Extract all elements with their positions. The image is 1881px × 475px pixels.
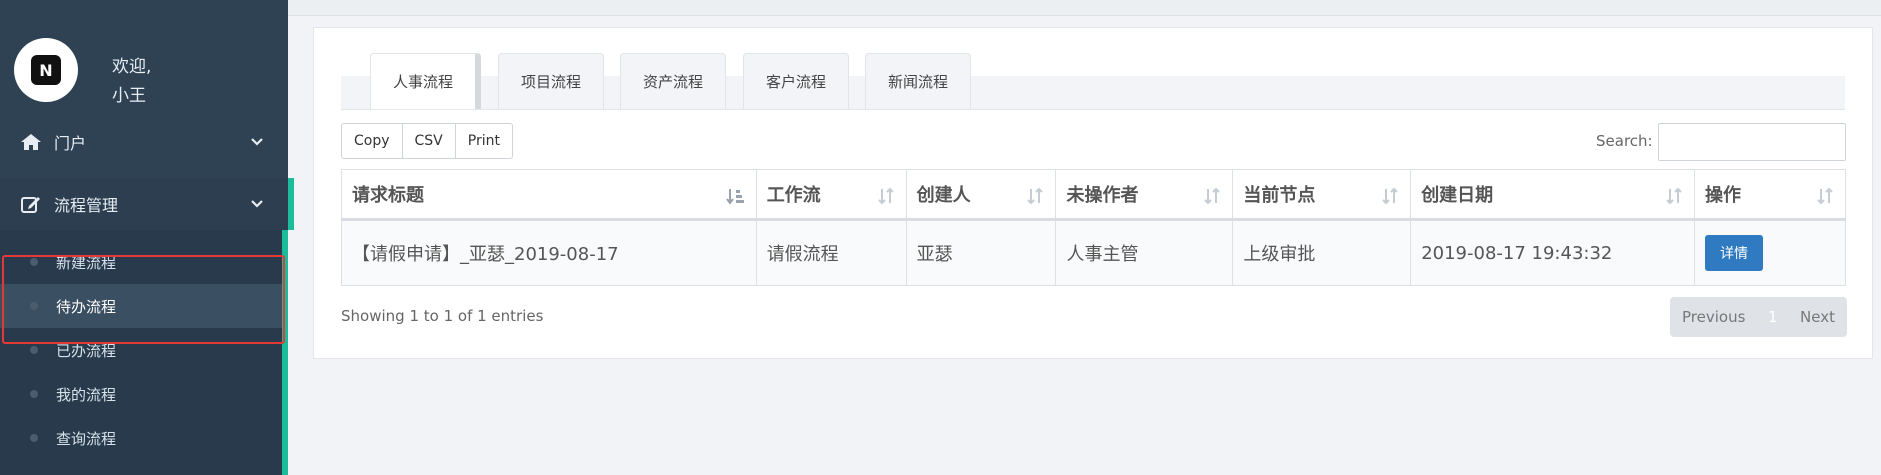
sort-icon [1664, 186, 1684, 206]
print-button[interactable]: Print [454, 123, 513, 159]
avatar-logo: N [31, 55, 61, 85]
table-info: Showing 1 to 1 of 1 entries [341, 307, 544, 325]
sidebar-item-label: 查询流程 [56, 430, 117, 448]
column-header-created-date[interactable]: 创建日期 [1410, 169, 1696, 221]
column-header-action[interactable]: 操作 [1694, 169, 1846, 221]
sidebar: N 欢迎, 小王 门户 流程管理 新建流程 待办流程 已办流程 我的流程 查询流… [0, 0, 294, 475]
cell-creator: 亚瑟 [905, 219, 1057, 286]
export-buttons: Copy CSV Print [341, 123, 513, 159]
sort-icon [1202, 186, 1222, 206]
sidebar-item-label: 流程管理 [54, 196, 119, 215]
cell-workflow: 请假流程 [755, 219, 907, 286]
column-header-pending-operator[interactable]: 未操作者 [1055, 169, 1234, 221]
search-input[interactable] [1658, 123, 1846, 161]
sidebar-item-new-flow[interactable]: 新建流程 [0, 240, 282, 284]
sidebar-item-portal[interactable]: 门户 [0, 116, 288, 168]
welcome-text: 欢迎, [112, 57, 152, 77]
bullet-icon [30, 346, 38, 354]
cell-created-date: 2019-08-17 19:43:32 [1410, 219, 1696, 286]
tab-hr-flow[interactable]: 人事流程 [370, 53, 482, 109]
tab-project-flow[interactable]: 项目流程 [498, 53, 605, 109]
tab-news-flow[interactable]: 新闻流程 [865, 53, 972, 109]
sidebar-item-done-flow[interactable]: 已办流程 [0, 328, 282, 372]
search-label: Search: [1596, 132, 1653, 150]
cell-pending-operator: 人事主管 [1055, 219, 1234, 286]
pagination: Previous 1 Next [1670, 297, 1847, 337]
tab-customer-flow[interactable]: 客户流程 [743, 53, 850, 109]
user-profile: N 欢迎, 小王 [14, 38, 274, 108]
sort-desc-icon [725, 186, 746, 206]
bullet-icon [30, 434, 38, 442]
page-number[interactable]: 1 [1768, 308, 1778, 326]
chevron-down-icon [248, 133, 266, 151]
home-icon [17, 128, 45, 156]
sidebar-item-query-flow[interactable]: 查询流程 [0, 416, 282, 460]
sort-icon [1025, 186, 1045, 206]
sidebar-item-my-flow[interactable]: 我的流程 [0, 372, 282, 416]
bullet-icon [30, 302, 38, 310]
flow-submenu: 新建流程 待办流程 已办流程 我的流程 查询流程 [0, 230, 288, 475]
main-card: 人事流程 项目流程 资产流程 客户流程 新闻流程 Copy CSV Print … [313, 27, 1873, 359]
column-header-current-node[interactable]: 当前节点 [1232, 169, 1412, 221]
sidebar-item-flow-management[interactable]: 流程管理 [0, 178, 294, 230]
sidebar-item-label: 已办流程 [56, 342, 117, 360]
cell-title: 【请假申请】_亚瑟_2019-08-17 [341, 219, 757, 286]
tab-asset-flow[interactable]: 资产流程 [620, 53, 727, 109]
next-button[interactable]: Next [1800, 308, 1835, 326]
sidebar-item-label: 新建流程 [56, 254, 117, 272]
username: 小王 [112, 86, 146, 106]
sort-icon [1815, 186, 1835, 206]
flow-table: 请求标题 工作流 创建人 未操作者 当前节点 创建日期 操作 【请假申请】_亚瑟… [341, 169, 1846, 286]
cell-action: 详情 [1694, 219, 1846, 286]
csv-button[interactable]: CSV [401, 123, 456, 159]
top-bar [288, 0, 1881, 16]
detail-button[interactable]: 详情 [1705, 235, 1764, 271]
sort-icon [1380, 186, 1400, 206]
table-row: 【请假申请】_亚瑟_2019-08-17 请假流程 亚瑟 人事主管 上级审批 2… [341, 219, 1846, 286]
bullet-icon [30, 258, 38, 266]
copy-button[interactable]: Copy [341, 123, 403, 159]
cell-current-node: 上级审批 [1232, 219, 1412, 286]
column-header-creator[interactable]: 创建人 [905, 169, 1057, 221]
sidebar-item-label: 待办流程 [56, 298, 117, 316]
sort-icon [876, 186, 896, 206]
sidebar-item-pending-flow[interactable]: 待办流程 [0, 284, 282, 328]
sidebar-item-label: 我的流程 [56, 386, 117, 404]
column-header-title[interactable]: 请求标题 [341, 169, 757, 221]
sidebar-item-label: 门户 [54, 134, 87, 153]
chevron-down-icon [248, 195, 266, 213]
table-header-row: 请求标题 工作流 创建人 未操作者 当前节点 创建日期 操作 [341, 169, 1846, 221]
column-header-workflow[interactable]: 工作流 [755, 169, 907, 221]
edit-icon [17, 190, 45, 218]
previous-button[interactable]: Previous [1682, 308, 1745, 326]
bullet-icon [30, 390, 38, 398]
avatar[interactable]: N [14, 38, 78, 102]
